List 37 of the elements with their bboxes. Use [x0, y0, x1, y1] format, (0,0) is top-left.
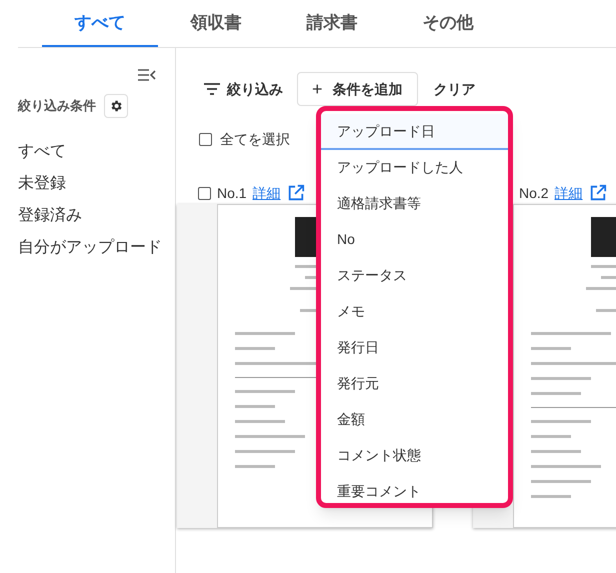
filter-icon — [203, 82, 221, 96]
tab[interactable]: すべて — [42, 0, 158, 47]
checkbox[interactable] — [199, 132, 212, 146]
checkbox[interactable] — [198, 186, 211, 200]
menu-item[interactable]: No — [321, 222, 508, 258]
menu-item[interactable]: ステータス — [321, 258, 508, 294]
sidebar-item[interactable]: 登録済み — [18, 200, 175, 232]
menu-item[interactable]: メモ — [321, 294, 508, 330]
external-link-icon[interactable] — [286, 184, 305, 202]
sidebar-item[interactable]: 自分がアップロード — [18, 232, 175, 264]
tab[interactable]: その他 — [390, 0, 506, 47]
menu-item[interactable]: 金額 — [321, 402, 508, 438]
card-number: No.2 — [519, 184, 549, 202]
external-link-icon[interactable] — [588, 184, 607, 202]
menu-item[interactable]: 重要コメント — [321, 474, 508, 503]
sidebar-item[interactable]: すべて — [18, 136, 175, 168]
plus-icon: + — [312, 76, 323, 102]
menu-item[interactable]: コメント状態 — [321, 438, 508, 474]
settings-button[interactable] — [104, 94, 128, 118]
detail-link[interactable]: 詳細 — [554, 182, 583, 204]
collapse-icon[interactable] — [137, 68, 157, 82]
card-number: No.1 — [217, 184, 247, 202]
tab[interactable]: 領収書 — [158, 0, 274, 47]
add-condition-button[interactable]: + 条件を追加 — [297, 72, 418, 106]
sidebar-item[interactable]: 未登録 — [18, 168, 175, 200]
tab[interactable]: 請求書 — [274, 0, 390, 47]
filter-label: 絞り込み — [227, 80, 283, 98]
clear-button[interactable]: クリア — [434, 78, 476, 100]
detail-link[interactable]: 詳細 — [252, 182, 281, 204]
select-all-label: 全てを選択 — [220, 130, 290, 148]
menu-item[interactable]: アップロードした人 — [321, 150, 508, 186]
menu-item[interactable]: 発行日 — [321, 330, 508, 366]
menu-item[interactable]: アップロード日 — [321, 114, 508, 150]
sidebar-title: 絞り込み条件 — [18, 97, 96, 116]
settings-icon — [109, 99, 123, 113]
menu-item[interactable]: 適格請求書等 — [321, 186, 508, 222]
menu-item[interactable]: 発行元 — [321, 366, 508, 402]
